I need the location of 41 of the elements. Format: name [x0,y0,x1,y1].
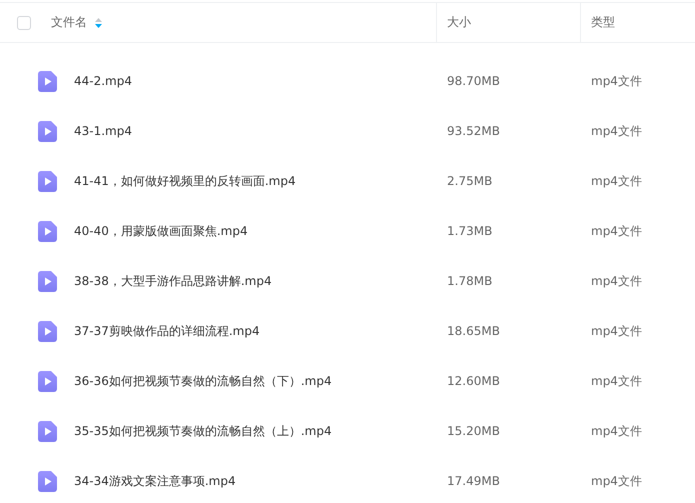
file-name[interactable]: 37-37剪映做作品的详细流程.mp4 [74,322,260,340]
column-header[interactable]: 大小 [447,14,471,31]
file-type: mp4文件 [590,122,643,140]
file-size: 12.60MB [446,374,501,388]
file-size: 15.20MB [446,424,501,438]
file-size: 1.78MB [446,274,494,288]
file-name[interactable]: 36-36如何把视频节奏做的流畅自然（下）.mp4 [74,372,332,390]
column-header[interactable]: 类型 [591,14,615,31]
file-type: mp4文件 [590,422,643,440]
file-type: mp4文件 [590,472,643,490]
file-type: mp4文件 [590,172,643,190]
video-file-icon [38,420,57,442]
sort-icon[interactable] [95,18,102,28]
file-name[interactable]: 41-41，如何做好视频里的反转画面.mp4 [74,172,296,190]
video-file-icon [38,70,57,92]
video-file-icon [38,270,57,292]
file-type: mp4文件 [590,372,643,390]
file-name[interactable]: 38-38，大型手游作品思路讲解.mp4 [74,272,272,290]
video-file-icon [38,220,57,242]
file-size: 17.49MB [446,474,501,488]
video-file-icon [38,170,57,192]
file-size: 18.65MB [446,324,501,338]
file-name[interactable]: 44-2.mp4 [74,74,132,88]
file-size: 98.70MB [446,74,501,88]
file-type: mp4文件 [590,72,643,90]
select-all-checkbox[interactable] [17,16,31,30]
file-name[interactable]: 34-34游戏文案注意事项.mp4 [74,472,236,490]
file-type: mp4文件 [590,322,643,340]
video-file-icon [38,120,57,142]
file-type: mp4文件 [590,272,643,290]
file-size: 93.52MB [446,124,501,138]
video-file-icon [38,370,57,392]
file-type: mp4文件 [590,222,643,240]
file-name[interactable]: 40-40，用蒙版做画面聚焦.mp4 [74,222,248,240]
file-name[interactable]: 43-1.mp4 [74,124,132,138]
column-header[interactable]: 文件名 [51,14,87,31]
file-size: 1.73MB [446,224,494,238]
video-file-icon [38,470,57,492]
file-size: 2.75MB [446,174,494,188]
video-file-icon [38,320,57,342]
file-name[interactable]: 35-35如何把视频节奏做的流畅自然（上）.mp4 [74,422,332,440]
